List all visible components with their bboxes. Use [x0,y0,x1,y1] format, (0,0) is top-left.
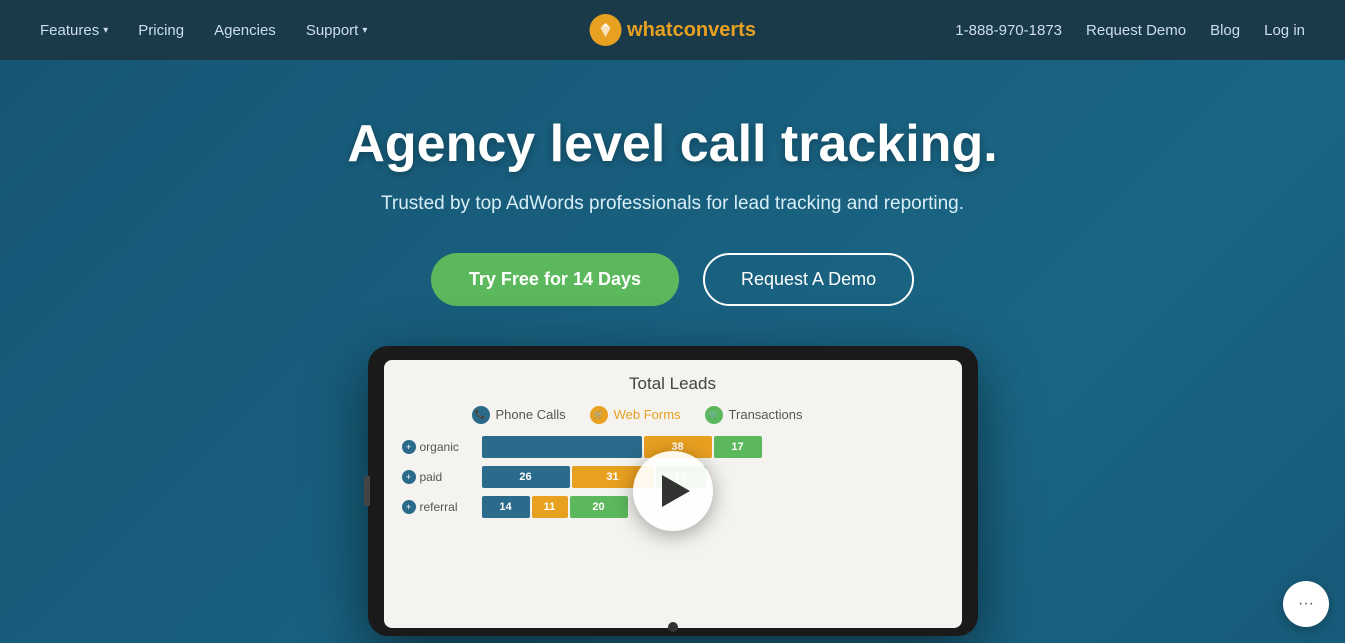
nav-phone: 1-888-970-1873 [955,22,1062,39]
nav-pricing-label: Pricing [138,22,184,39]
hero-subtitle: Trusted by top AdWords professionals for… [347,193,997,215]
bar-paid-blue: 26 [482,466,570,488]
transactions-icon: 🛒 [705,406,723,424]
legend-phone-label: Phone Calls [496,407,566,422]
nav-pricing[interactable]: Pricing [138,22,184,39]
cta-try-free-button[interactable]: Try Free for 14 Days [431,253,679,306]
tablet-side-button [364,476,370,506]
hero-content: Agency level call tracking. Trusted by t… [347,115,997,346]
bars-paid: 26 31 15 [482,466,944,488]
bar-organic-blue [482,436,642,458]
chat-icon: ··· [1298,595,1314,613]
expand-referral-icon[interactable]: + [402,500,416,514]
nav-right: 1-888-970-1873 Request Demo Blog Log in [955,22,1305,39]
hero-section: Agency level call tracking. Trusted by t… [0,60,1345,643]
chevron-down-icon: ▾ [103,25,108,36]
web-forms-icon: 🛒 [590,406,608,424]
phone-calls-icon: 📞 [472,406,490,424]
chat-bubble[interactable]: ··· [1283,581,1329,627]
nav-logo[interactable]: whatconverts [589,14,756,46]
legend-forms-label: Web Forms [614,407,681,422]
row-label-referral: + referral [402,500,472,514]
nav-agencies-label: Agencies [214,22,276,39]
play-button[interactable] [633,451,713,531]
legend-transactions-label: Transactions [729,407,803,422]
bar-referral-green: 20 [570,496,628,518]
dashboard-title: Total Leads [402,374,944,394]
nav-support-label: Support [306,22,359,39]
nav-features-label: Features [40,22,99,39]
bars-referral: 14 11 20 [482,496,944,518]
logo-post: converts [673,19,756,41]
nav-features[interactable]: Features ▾ [40,22,108,39]
navbar: Features ▾ Pricing Agencies Support ▾ wh… [0,0,1345,60]
legend-phone: 📞 Phone Calls [472,406,566,424]
expand-organic-icon[interactable]: + [402,440,416,454]
tablet-device: Total Leads 📞 Phone Calls 🛒 Web Forms 🛒 … [368,346,978,636]
bars-organic: 38 17 [482,436,944,458]
nav-left: Features ▾ Pricing Agencies Support ▾ [40,22,367,39]
hero-title: Agency level call tracking. [347,115,997,175]
chart-legend: 📞 Phone Calls 🛒 Web Forms 🛒 Transactions [402,406,944,424]
expand-paid-icon[interactable]: + [402,470,416,484]
legend-transactions: 🛒 Transactions [705,406,803,424]
bar-referral-orange: 11 [532,496,568,518]
bar-referral-blue: 14 [482,496,530,518]
hero-buttons: Try Free for 14 Days Request A Demo [347,253,997,306]
tablet-camera [668,622,678,632]
nav-support[interactable]: Support ▾ [306,22,368,39]
legend-forms: 🛒 Web Forms [590,406,681,424]
logo-pre: what [627,19,673,41]
play-triangle-icon [662,475,690,507]
nav-agencies[interactable]: Agencies [214,22,276,39]
tablet-wrapper: Total Leads 📞 Phone Calls 🛒 Web Forms 🛒 … [368,346,978,636]
logo-icon [589,14,621,46]
nav-blog[interactable]: Blog [1210,22,1240,39]
nav-login[interactable]: Log in [1264,22,1305,39]
row-label-organic: + organic [402,440,472,454]
cta-request-demo-button[interactable]: Request A Demo [703,253,914,306]
bar-organic-green: 17 [714,436,762,458]
nav-request-demo[interactable]: Request Demo [1086,22,1186,39]
logo-text: whatconverts [627,19,756,42]
row-label-paid: + paid [402,470,472,484]
chevron-down-icon-2: ▾ [362,25,367,36]
